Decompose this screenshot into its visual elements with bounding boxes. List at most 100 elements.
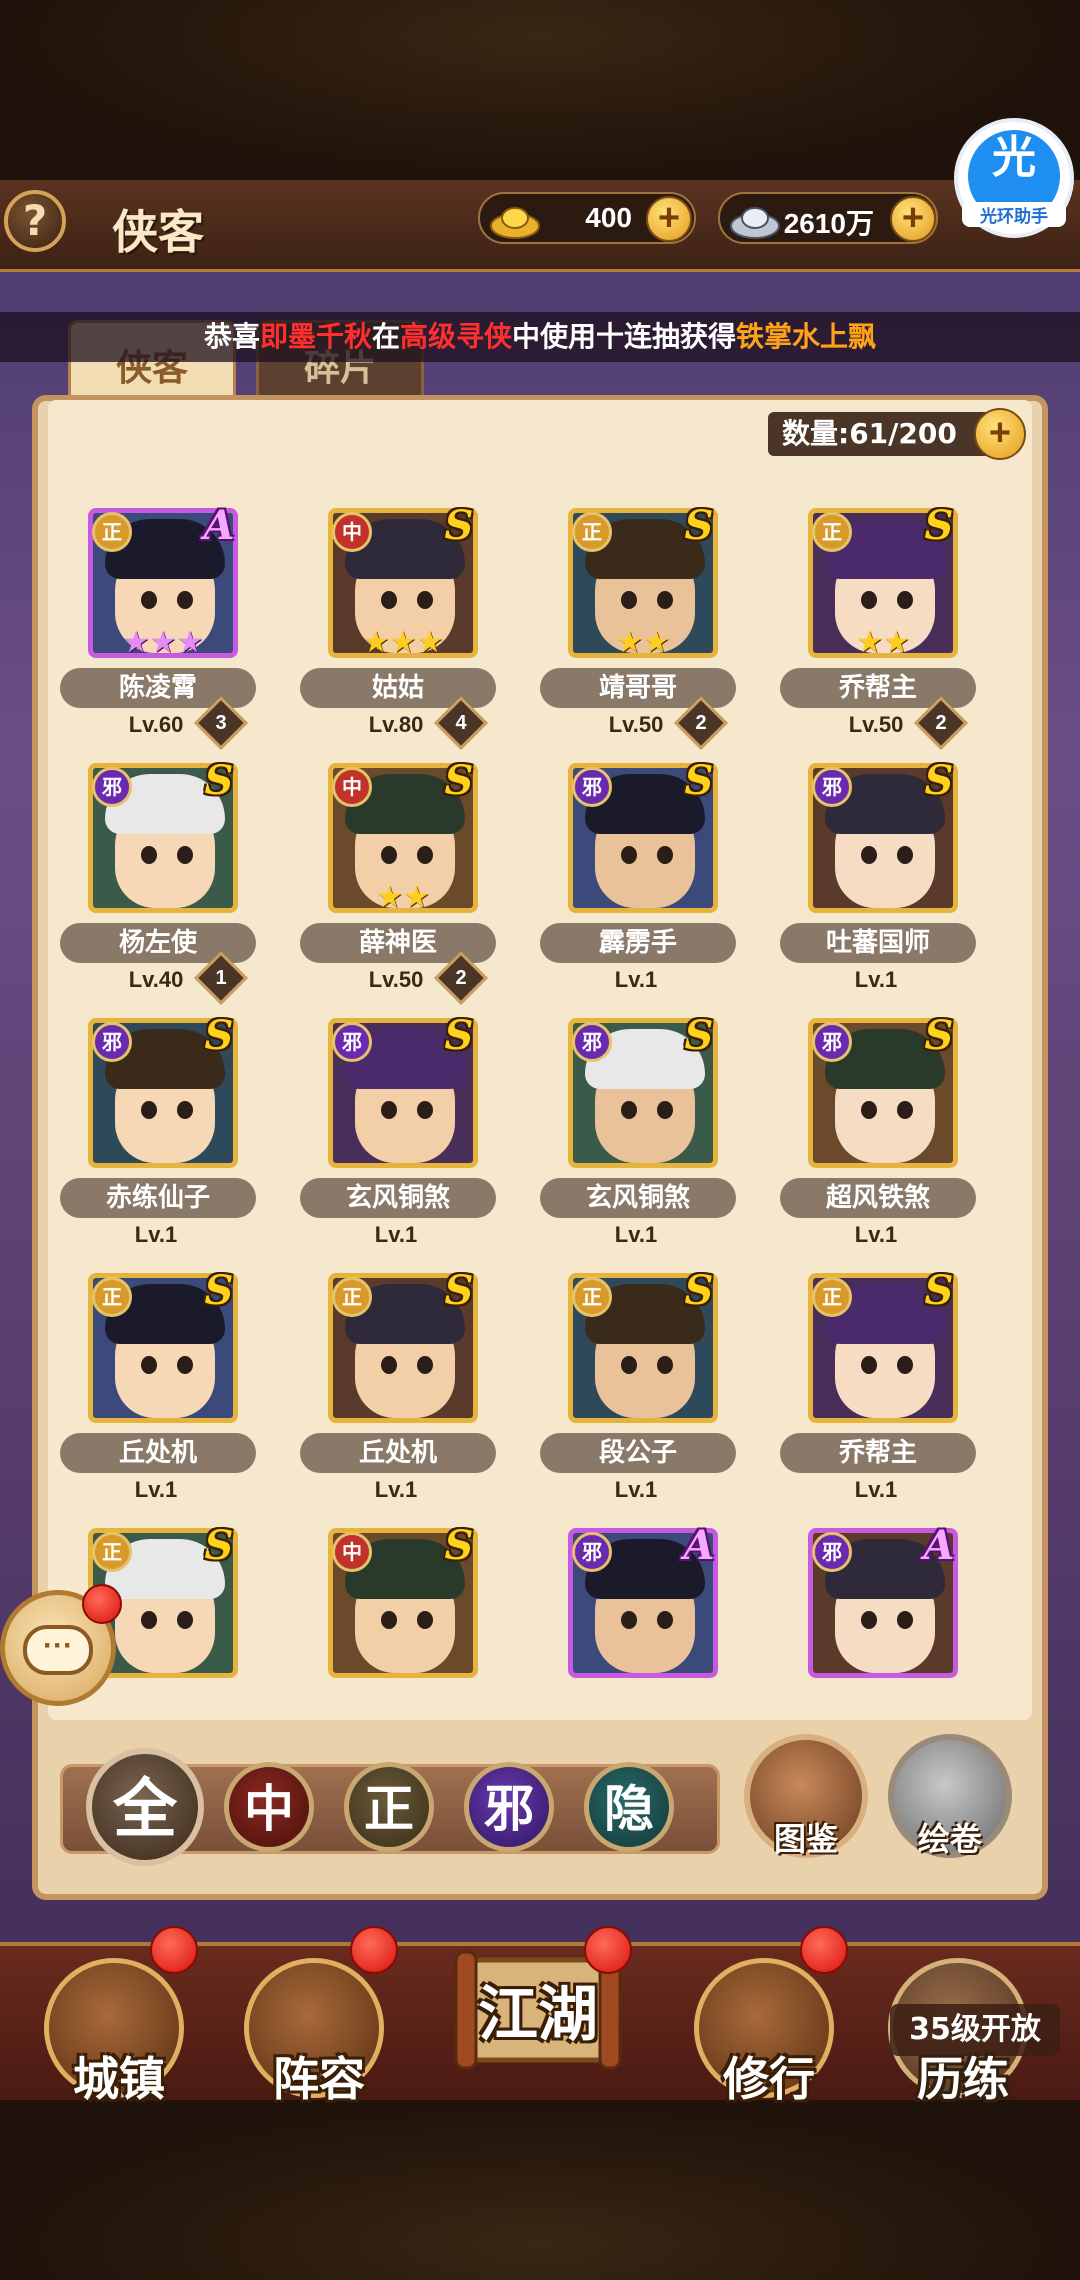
gold-ingot-icon xyxy=(490,207,540,239)
hero-card[interactable]: 正 S ★★ 靖哥哥 Lv.50 2 xyxy=(536,502,736,750)
hero-card[interactable]: 正 S 段公子 Lv.1 xyxy=(536,1267,736,1513)
faction-badge: 邪 xyxy=(572,1532,612,1572)
gold-amount: 400 xyxy=(585,202,632,233)
scroll-label: 绘卷 xyxy=(917,1820,982,1858)
ticker-mid1: 在 xyxy=(371,320,400,353)
hero-card[interactable]: 正 S ★★ 乔帮主 Lv.50 2 xyxy=(776,502,976,750)
hero-card[interactable]: 邪 S 玄风铜煞 Lv.1 xyxy=(296,1012,496,1258)
hero-eye xyxy=(417,1611,433,1629)
nav-town[interactable]: 城镇 xyxy=(44,1958,184,2106)
nav-train-label: 修行 xyxy=(723,2052,815,2106)
scroll-button[interactable]: 绘卷 xyxy=(888,1734,1012,1858)
nav-lineup-label: 阵容 xyxy=(273,2052,365,2106)
helper-label: 光环助手 xyxy=(962,202,1066,227)
grade-badge: S xyxy=(204,1267,234,1314)
nav-jianghu-dot xyxy=(584,1926,632,1974)
hero-card[interactable]: 邪 S 玄风铜煞 Lv.1 xyxy=(536,1012,736,1258)
grade-badge: S xyxy=(924,1267,954,1314)
hero-card[interactable]: 正 S 丘处机 Lv.1 xyxy=(296,1267,496,1513)
hero-card[interactable]: 正 A ★★★ 陈凌霄 Lv.60 3 xyxy=(56,502,256,750)
helper-glyph: 光 xyxy=(992,132,1036,183)
hero-eye xyxy=(177,846,193,864)
bottom-background xyxy=(0,2100,1080,2280)
grade-badge: S xyxy=(444,1522,474,1569)
hero-card[interactable]: 邪 S 赤练仙子 Lv.1 xyxy=(56,1012,256,1258)
hero-quantity: 数量:61/200 xyxy=(768,412,992,456)
grade-badge: S xyxy=(204,1012,234,1059)
faction-badge: 中 xyxy=(332,512,372,552)
faction-badge: 正 xyxy=(572,512,612,552)
hero-name: 赤练仙子 xyxy=(60,1178,256,1218)
hero-name: 乔帮主 xyxy=(780,1433,976,1473)
codex-button[interactable]: 图鉴 xyxy=(744,1734,868,1858)
hero-name: 霹雳手 xyxy=(540,923,736,963)
chat-bubble-icon: ··· xyxy=(23,1625,93,1675)
hero-card[interactable]: 邪 S 超风铁煞 Lv.1 xyxy=(776,1012,976,1258)
hero-card[interactable]: 正 S 乔帮主 Lv.1 xyxy=(776,1267,976,1513)
faction-badge: 邪 xyxy=(572,767,612,807)
hero-card[interactable]: 中S xyxy=(296,1522,496,1720)
star-rating: ★★★ xyxy=(122,625,204,660)
expand-capacity-button[interactable]: + xyxy=(974,408,1026,460)
nav-train[interactable]: 修行 xyxy=(694,1958,834,2106)
chat-notification-dot xyxy=(82,1584,122,1624)
hero-card[interactable]: 中 S ★★★ 姑姑 Lv.80 4 xyxy=(296,502,496,750)
hero-level: Lv.1 xyxy=(374,1477,418,1502)
nav-train-dot xyxy=(800,1926,848,1974)
hero-eye xyxy=(861,1101,877,1119)
codex-label: 图鉴 xyxy=(773,1820,838,1858)
grade-badge: A xyxy=(203,502,235,549)
hero-card[interactable]: 邪A xyxy=(776,1522,976,1720)
hero-card[interactable]: 邪 S 杨左使 Lv.40 1 xyxy=(56,757,256,1005)
hero-card[interactable]: 邪A xyxy=(536,1522,736,1720)
hero-card[interactable]: 中 S ★★ 薛神医 Lv.50 2 xyxy=(296,757,496,1005)
hero-eye xyxy=(417,1356,433,1374)
filter-zhong-button[interactable]: 中 xyxy=(224,1762,314,1852)
nav-jianghu-label: 江湖 xyxy=(478,1980,598,2050)
faction-badge: 中 xyxy=(332,1532,372,1572)
hero-list: 正 A ★★★ 陈凌霄 Lv.60 3 中 S ★★★ 姑姑 Lv.80 4 正 S ★★ 靖哥哥 Lv.50 2… xyxy=(48,400,1032,1720)
grade-badge: S xyxy=(684,1012,714,1059)
hero-card[interactable]: 正 S 丘处机 Lv.1 xyxy=(56,1267,256,1513)
hero-level: Lv.1 xyxy=(134,1222,178,1247)
rank-value: 2 xyxy=(695,712,707,734)
hero-eye xyxy=(657,1356,673,1374)
helper-app-badge[interactable]: 光 光环助手 xyxy=(954,118,1074,238)
grade-badge: S xyxy=(924,757,954,804)
filter-zheng-button[interactable]: 正 xyxy=(344,1762,434,1852)
hero-eye xyxy=(141,1101,157,1119)
announcement-ticker: 恭喜即墨千秋在高级寻侠中使用十连抽获得铁掌水上飘 xyxy=(0,312,1080,362)
filter-yin-button[interactable]: 隐 xyxy=(584,1762,674,1852)
grade-badge: S xyxy=(444,757,474,804)
hero-name: 玄风铜煞 xyxy=(540,1178,736,1218)
hero-eye xyxy=(657,591,673,609)
grade-badge: S xyxy=(444,502,474,549)
filter-all-button[interactable]: 全 xyxy=(86,1748,204,1866)
trial-lock-tag: 35级开放 xyxy=(890,2004,1060,2056)
filter-xie-button[interactable]: 邪 xyxy=(464,1762,554,1852)
ticker-reward: 铁掌水上飘 xyxy=(736,320,877,353)
faction-badge: 邪 xyxy=(572,1022,612,1062)
add-silver-button[interactable]: + xyxy=(890,196,936,242)
add-gold-button[interactable]: + xyxy=(646,196,692,242)
hero-name: 段公子 xyxy=(540,1433,736,1473)
hero-level: Lv.1 xyxy=(854,967,898,992)
help-button[interactable]: ? xyxy=(4,190,66,252)
hero-eye xyxy=(861,846,877,864)
grade-badge: S xyxy=(444,1267,474,1314)
faction-badge: 邪 xyxy=(92,1022,132,1062)
hero-card[interactable]: 邪 S 霹雳手 Lv.1 xyxy=(536,757,736,1003)
hero-eye xyxy=(381,1101,397,1119)
silver-amount: 2610万 xyxy=(783,208,874,239)
faction-badge: 正 xyxy=(812,512,852,552)
faction-badge: 正 xyxy=(332,1277,372,1317)
faction-badge: 邪 xyxy=(812,1022,852,1062)
hero-eye xyxy=(621,1356,637,1374)
hero-card[interactable]: 邪 S 吐蕃国师 Lv.1 xyxy=(776,757,976,1003)
nav-lineup[interactable]: 阵容 xyxy=(244,1958,384,2106)
star-rating: ★★ xyxy=(856,625,910,660)
hero-eye xyxy=(417,1101,433,1119)
hero-eye xyxy=(657,1101,673,1119)
hero-eye xyxy=(381,846,397,864)
ticker-prefix: 恭喜 xyxy=(203,320,260,353)
